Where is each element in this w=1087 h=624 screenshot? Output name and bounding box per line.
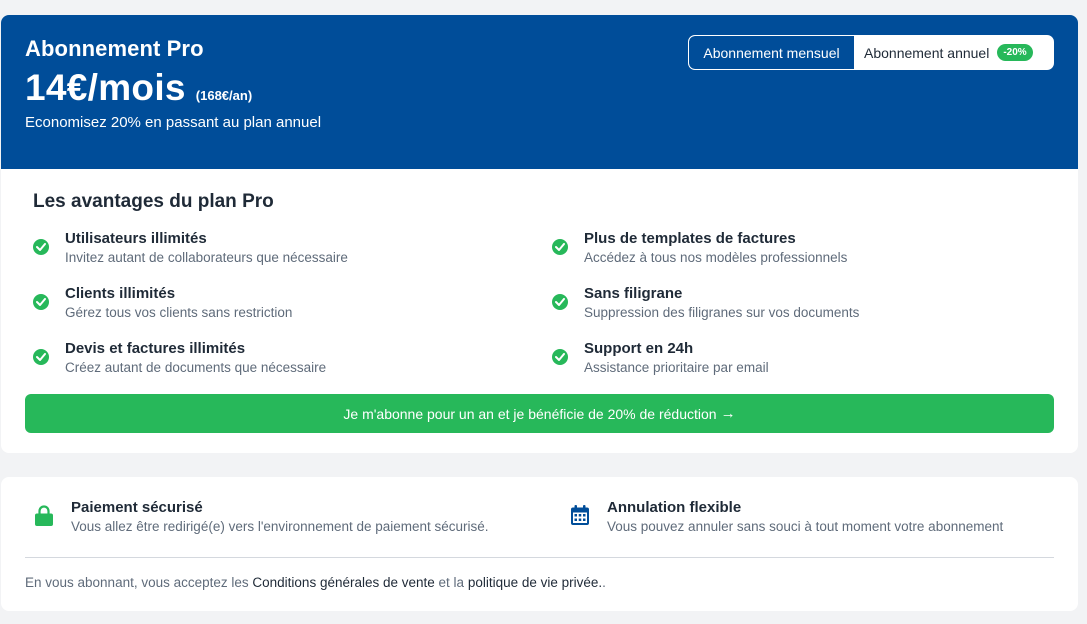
benefits-title: Les avantages du plan Pro [33, 191, 274, 212]
check-icon [33, 239, 49, 255]
assurance-title: Paiement sécurisé [71, 499, 203, 516]
toggle-monthly[interactable]: Abonnement mensuel [689, 36, 854, 69]
feature-title: Utilisateurs illimités [65, 230, 207, 247]
lock-icon [35, 505, 53, 531]
check-icon [33, 294, 49, 310]
subscribe-annual-button[interactable]: Je m'abonne pour un an et je bénéficie d… [25, 394, 1054, 433]
privacy-link[interactable]: politique de vie privée. [468, 575, 602, 590]
check-icon [552, 349, 568, 365]
discount-badge: -20% [997, 44, 1033, 61]
assurance-title: Annulation flexible [607, 499, 742, 516]
feature-title: Devis et factures illimités [65, 340, 246, 357]
billing-toggle[interactable]: Abonnement mensuel Abonnement annuel -20… [688, 35, 1054, 70]
legal-suffix: . [602, 575, 606, 590]
pricing-card: Abonnement Pro 14€/mois (168€/an) Econom… [1, 15, 1078, 453]
legal-text: En vous abonnant, vous acceptez les Cond… [25, 575, 606, 590]
feature-description: Gérez tous vos clients sans restriction [65, 305, 293, 320]
legal-middle: et la [434, 575, 468, 590]
feature-title: Sans filigrane [584, 285, 683, 302]
feature-description: Suppression des filigranes sur vos docum… [584, 305, 860, 320]
divider [25, 557, 1054, 558]
feature-description: Assistance prioritaire par email [584, 360, 769, 375]
plan-name: Abonnement Pro [25, 36, 204, 61]
price-row: 14€/mois (168€/an) [25, 67, 252, 109]
feature-description: Accédez à tous nos modèles professionnel… [584, 250, 848, 265]
check-icon [552, 294, 568, 310]
arrow-right-icon: → [720, 405, 736, 422]
plan-header: Abonnement Pro 14€/mois (168€/an) Econom… [1, 15, 1078, 169]
assurance-description: Vous pouvez annuler sans souci à tout mo… [607, 519, 1004, 534]
assurance-description: Vous allez être redirigé(e) vers l'envir… [71, 519, 489, 534]
savings-text: Economisez 20% en passant au plan annuel [25, 114, 322, 131]
toggle-annual[interactable]: Abonnement annuel -20% [854, 36, 1053, 69]
price: 14€/mois [25, 67, 186, 108]
legal-prefix: En vous abonnant, vous acceptez les [25, 575, 253, 590]
feature-description: Créez autant de documents que nécessaire [65, 360, 327, 375]
toggle-monthly-label: Abonnement mensuel [703, 44, 840, 61]
price-annual: (168€/an) [195, 88, 253, 103]
check-icon [552, 239, 568, 255]
toggle-annual-label: Abonnement annuel [864, 44, 990, 61]
feature-title: Clients illimités [65, 285, 176, 302]
check-icon [33, 349, 49, 365]
feature-title: Plus de templates de factures [584, 230, 796, 247]
calendar-icon [571, 505, 589, 530]
feature-title: Support en 24h [584, 340, 694, 357]
terms-link[interactable]: Conditions générales de vente [252, 575, 434, 590]
subscribe-button-label: Je m'abonne pour un an et je bénéficie d… [343, 405, 717, 422]
assurance-card: Paiement sécurisé Vous allez être rediri… [1, 477, 1078, 611]
feature-description: Invitez autant de collaborateurs que néc… [65, 250, 348, 265]
